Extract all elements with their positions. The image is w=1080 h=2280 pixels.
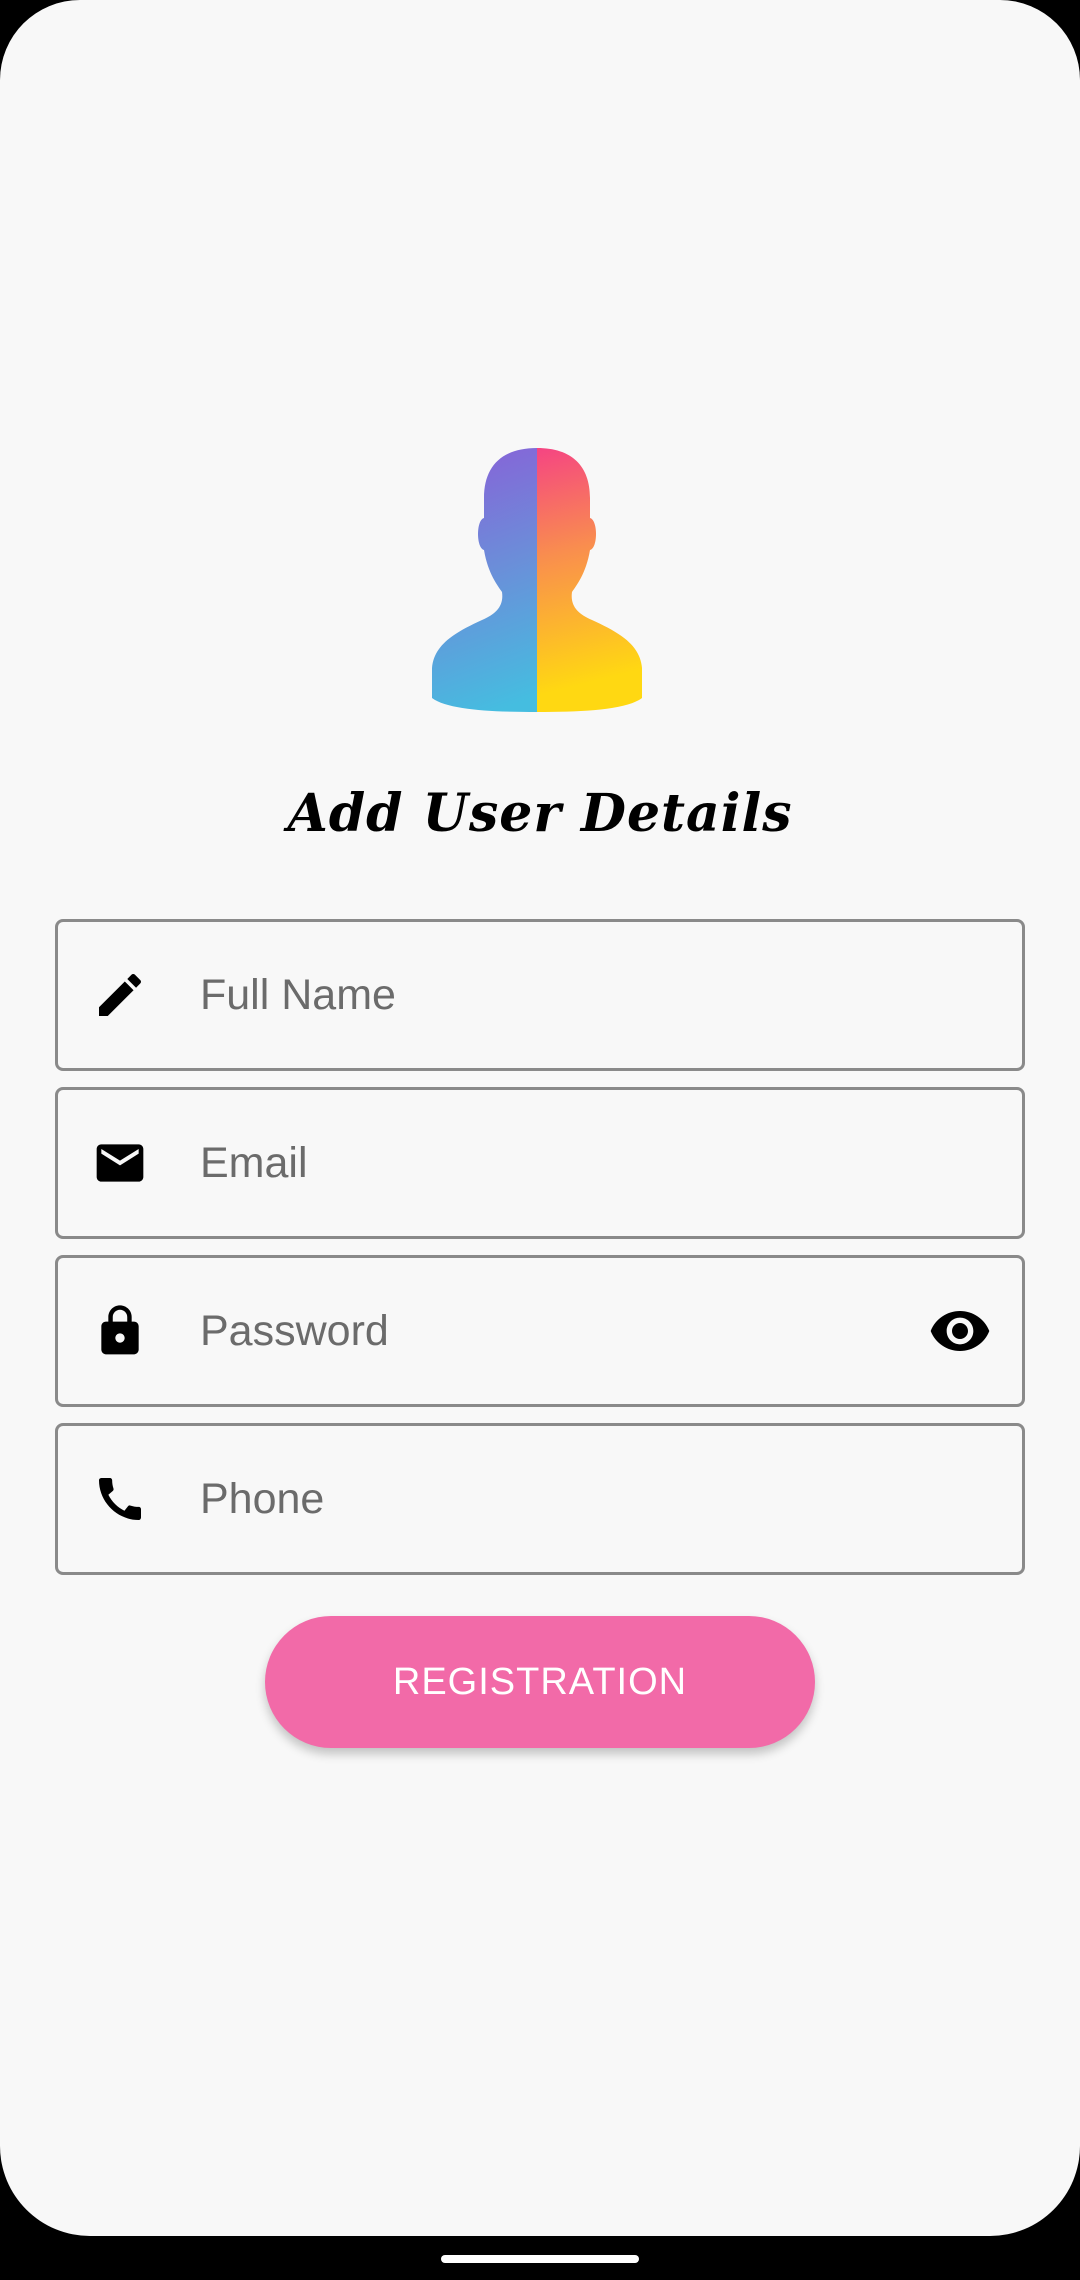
gesture-nav-handle[interactable] xyxy=(441,2255,639,2263)
user-avatar-icon xyxy=(432,446,642,712)
email-field[interactable]: Email xyxy=(55,1087,1025,1239)
pencil-icon xyxy=(92,967,148,1023)
device-screen: Add User Details Full Name Email Passwor… xyxy=(0,0,1080,2280)
email-placeholder: Email xyxy=(200,1139,308,1187)
full-name-placeholder: Full Name xyxy=(200,971,396,1019)
full-name-field[interactable]: Full Name xyxy=(55,919,1025,1071)
phone-icon xyxy=(92,1471,148,1527)
registration-button[interactable]: REGISTRATION xyxy=(265,1616,815,1748)
registration-screen: Add User Details Full Name Email Passwor… xyxy=(0,0,1080,2236)
password-field[interactable]: Password xyxy=(55,1255,1025,1407)
lock-icon xyxy=(92,1303,148,1359)
phone-placeholder: Phone xyxy=(200,1475,325,1523)
envelope-icon xyxy=(92,1135,148,1191)
page-title: Add User Details xyxy=(287,783,793,844)
phone-field[interactable]: Phone xyxy=(55,1423,1025,1575)
eye-icon[interactable] xyxy=(928,1299,992,1363)
password-placeholder: Password xyxy=(200,1307,389,1355)
